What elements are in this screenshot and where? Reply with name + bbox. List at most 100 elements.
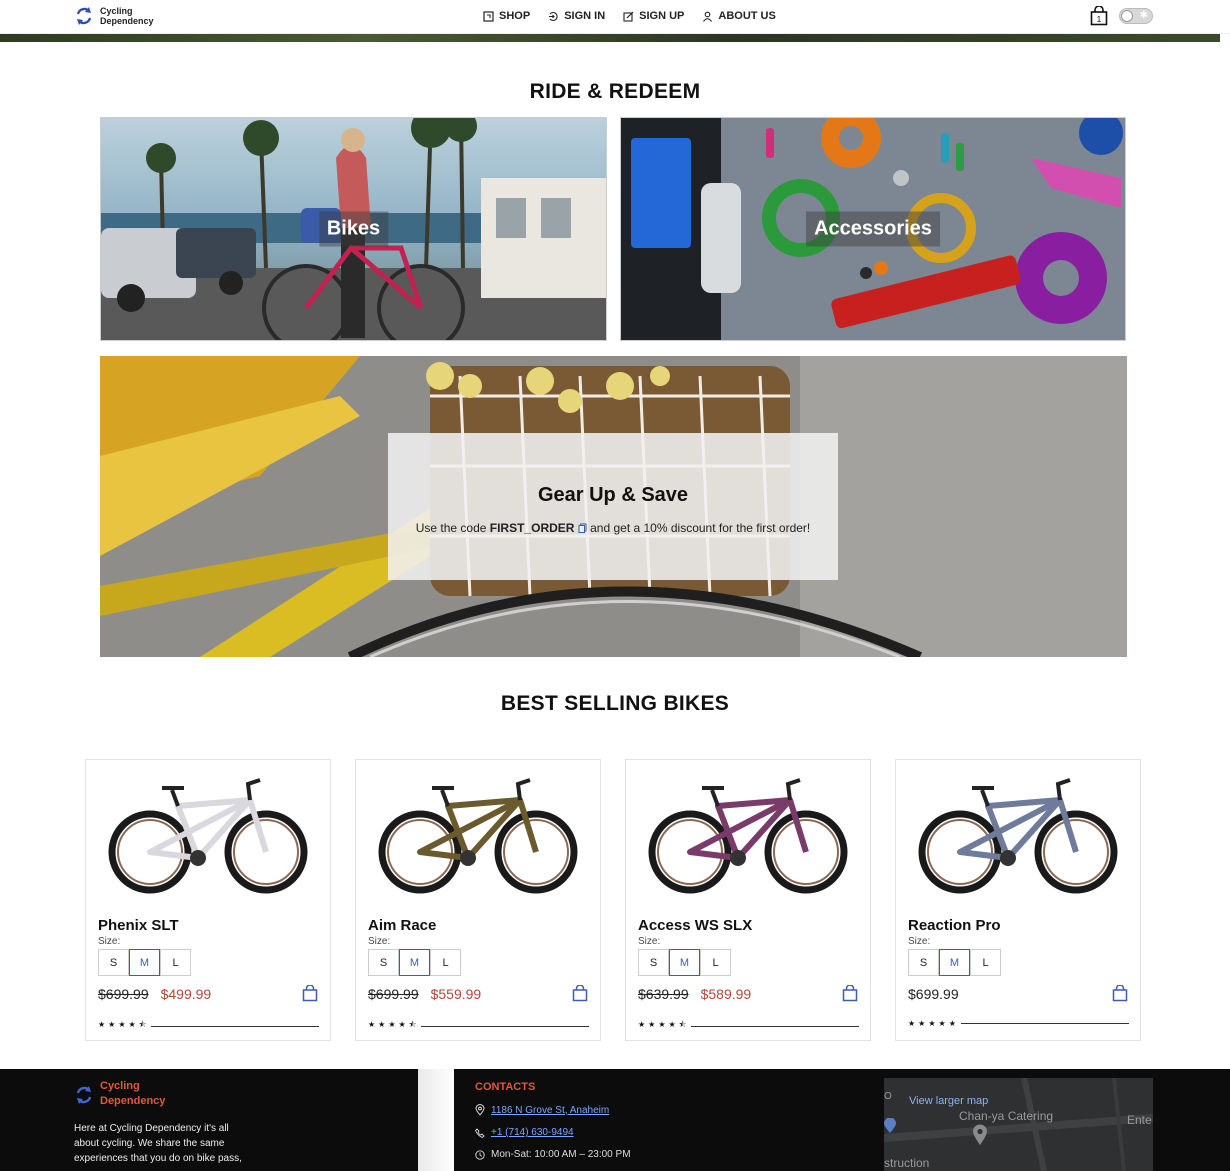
bike-image[interactable] (640, 770, 856, 898)
size-option-s[interactable]: S (98, 949, 129, 976)
bike-image[interactable] (100, 770, 316, 898)
phone-link[interactable]: +1 (714) 630-9494 (491, 1127, 574, 1138)
bike-image[interactable] (370, 770, 586, 898)
address-link[interactable]: 1186 N Grove St, Anaheim (491, 1105, 609, 1116)
product-name[interactable]: Phenix SLT (98, 917, 179, 934)
rating-divider (691, 1025, 859, 1027)
sign-in-icon (549, 11, 558, 21)
rating-stars: ★★★★★ (908, 1019, 959, 1028)
product-card[interactable]: Access WS SLX Size: S M L $639.99 $589.99 ★★★★⯪ (625, 759, 871, 1041)
add-to-cart-icon[interactable] (572, 985, 588, 1002)
ride-redeem-title: RIDE & REDEEM (529, 80, 701, 103)
shop-icon (483, 10, 494, 22)
rating-divider (960, 1023, 1129, 1024)
promo-title: Gear Up & Save (537, 484, 689, 506)
current-price: $559.99 (430, 986, 482, 1002)
size-option-m[interactable]: M (129, 949, 160, 976)
product-card[interactable]: Aim Race Size: S M L $699.99 $559.99 ★★★★⯪ (355, 759, 601, 1041)
bike-image[interactable] (910, 770, 1126, 898)
size-option-m[interactable]: M (939, 949, 970, 976)
old-price: $699.99 (368, 986, 419, 1002)
nav-about-us[interactable]: ABOUT US (702, 10, 776, 22)
map-label-bottom: struction (884, 1156, 930, 1170)
size-option-s[interactable]: S (638, 949, 669, 976)
price-row: $639.99 $589.99 (638, 986, 751, 1002)
product-name[interactable]: Aim Race (368, 917, 436, 934)
footer-divider (418, 1069, 454, 1171)
size-selector: SML (368, 949, 461, 976)
size-label: Size: (368, 936, 391, 947)
map-label-right: Ente (1127, 1113, 1152, 1127)
size-selector: SML (98, 949, 191, 976)
size-option-l[interactable]: L (700, 949, 731, 976)
size-selector: SML (908, 949, 1001, 976)
shopping-bag-icon: 1 (1090, 5, 1108, 26)
site-footer: Cycling Dependency Here at Cycling Depen… (0, 1069, 1230, 1171)
accessories-tile-label: Accessories (806, 211, 940, 247)
location-map[interactable]: O View larger map Chan-ya Catering Ente … (884, 1078, 1153, 1171)
product-name[interactable]: Reaction Pro (908, 917, 1001, 934)
nav-sign-in[interactable]: SIGN IN (548, 10, 605, 22)
add-to-cart-icon[interactable] (842, 985, 858, 1002)
accessories-category-tile[interactable]: Accessories (620, 117, 1126, 341)
size-label: Size: (638, 936, 661, 947)
hours-text: Mon-Sat: 10:00 AM – 23:00 PM (491, 1149, 631, 1160)
contact-address: 1186 N Grove St, Anaheim (475, 1104, 609, 1116)
copy-icon[interactable] (578, 523, 587, 533)
rating: ★★★★⯪ (368, 1019, 589, 1033)
rating: ★★★★★ (908, 1019, 1129, 1028)
hero-image-strip (0, 34, 1220, 42)
nav-sign-up[interactable]: SIGN UP (623, 10, 684, 22)
toggle-knob (1121, 10, 1133, 22)
footer-brand-name: Cycling Dependency (100, 1080, 166, 1107)
rating-divider (421, 1025, 589, 1027)
size-option-l[interactable]: L (430, 949, 461, 976)
sign-up-icon (623, 11, 634, 22)
current-price: $589.99 (700, 986, 752, 1002)
price-row: $699.99 (908, 986, 959, 1002)
size-option-m[interactable]: M (399, 949, 430, 976)
logo-cycle-icon (76, 7, 92, 25)
current-price: $499.99 (160, 986, 212, 1002)
size-option-s[interactable]: S (908, 949, 939, 976)
add-to-cart-icon[interactable] (1112, 985, 1128, 1002)
view-larger-map-link[interactable]: View larger map (909, 1095, 988, 1107)
promo-code[interactable]: FIRST_ORDER (490, 521, 575, 535)
rating: ★★★★⯪ (638, 1019, 859, 1033)
about-icon (703, 11, 713, 22)
bikes-category-tile[interactable]: Bikes (100, 117, 607, 341)
header-cart-button[interactable]: 1 (1090, 5, 1108, 31)
size-selector: SML (638, 949, 731, 976)
map-pin-icon (973, 1124, 987, 1145)
size-option-m[interactable]: M (669, 949, 700, 976)
footer-brand-logo[interactable]: Cycling Dependency (74, 1079, 165, 1109)
size-option-s[interactable]: S (368, 949, 399, 976)
main-nav: SHOP SIGN IN SIGN UP ABOUT US (483, 10, 776, 22)
contact-hours: Mon-Sat: 10:00 AM – 23:00 PM (475, 1149, 631, 1160)
cart-count: 1 (1097, 15, 1102, 24)
size-option-l[interactable]: L (160, 949, 191, 976)
clock-icon (475, 1149, 485, 1160)
theme-toggle[interactable]: ✱ (1119, 8, 1153, 24)
brand-logo[interactable]: Cycling Dependency (74, 6, 154, 26)
add-to-cart-icon[interactable] (302, 985, 318, 1002)
promo-text-before: Use the code (415, 521, 490, 535)
rating-stars: ★★★★⯪ (638, 1020, 690, 1029)
contacts-title: CONTACTS (475, 1081, 536, 1093)
rating-stars: ★★★★⯪ (368, 1020, 420, 1029)
product-card[interactable]: Phenix SLT Size: S M L $699.99 $499.99 ★★★★⯪ (85, 759, 331, 1041)
map-pin-blue-icon (884, 1118, 896, 1133)
map-label-left: O (884, 1091, 892, 1102)
best-selling-title: BEST SELLING BIKES (500, 692, 730, 715)
sun-icon: ✱ (1139, 10, 1148, 21)
product-name[interactable]: Access WS SLX (638, 917, 752, 934)
rating: ★★★★⯪ (98, 1019, 319, 1033)
nav-shop[interactable]: SHOP (483, 10, 530, 22)
size-option-l[interactable]: L (970, 949, 1001, 976)
brand-name: Cycling Dependency (100, 6, 154, 26)
promo-banner: Gear Up & Save Use the code FIRST_ORDER … (100, 356, 1127, 657)
size-label: Size: (98, 936, 121, 947)
product-card[interactable]: Reaction Pro Size: S M L $699.99 ★★★★★ (895, 759, 1141, 1041)
size-label: Size: (908, 936, 931, 947)
contact-phone: +1 (714) 630-9494 (475, 1127, 574, 1138)
